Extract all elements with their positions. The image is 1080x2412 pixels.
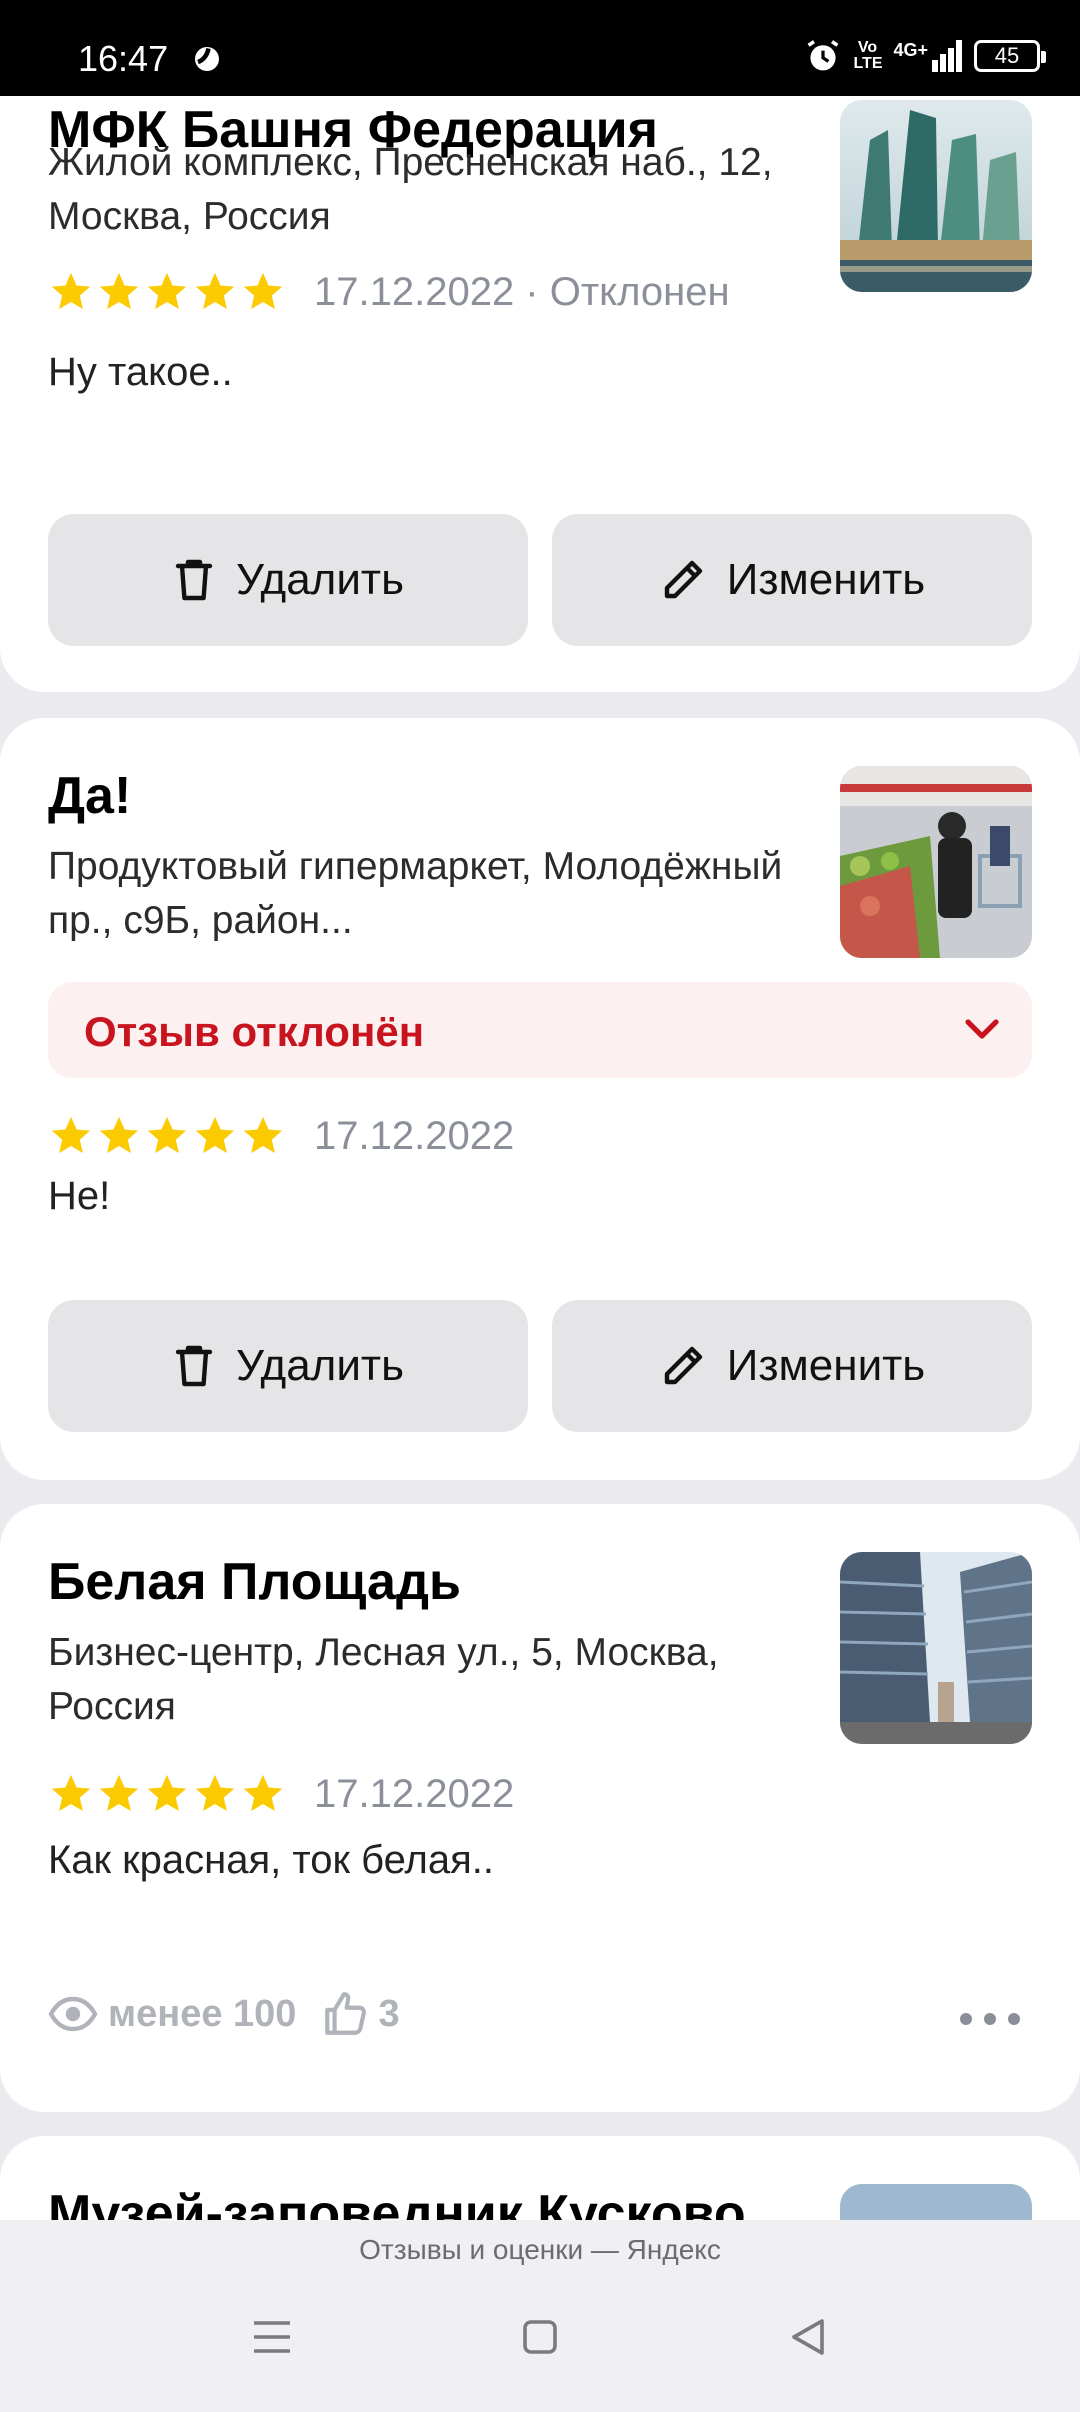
reviews-list[interactable]: МФК Башня Федерация Жилой комплекс, Прес… (0, 0, 1080, 2220)
back-triangle-icon (792, 2319, 824, 2355)
review-stats: менее 100 3 (48, 1984, 400, 2044)
review-card: Белая Площадь Бизнес-центр, Лесная ул., … (0, 1504, 1080, 2112)
star-icon (147, 272, 187, 310)
star-icon (243, 272, 283, 310)
edit-button[interactable]: Изменить (552, 1300, 1032, 1432)
home-square-icon (523, 2320, 557, 2354)
more-options-button[interactable] (960, 2004, 1020, 2034)
edit-label: Изменить (726, 555, 926, 604)
views-count: менее 100 (108, 1992, 297, 2035)
star-rating (48, 269, 286, 315)
status-bar: 16:47 Vo LTE 4G+ 45 (0, 0, 1080, 96)
review-text: Как красная, ток белая.. (48, 1838, 494, 1882)
star-rating (48, 1113, 286, 1159)
pencil-icon (664, 1346, 702, 1385)
place-title[interactable]: Белая Площадь (48, 1552, 461, 1612)
rating-row: 17.12.2022 (48, 1108, 514, 1164)
star-icon (195, 272, 235, 310)
network-label: 4G+ (893, 40, 928, 60)
rating-row: 17.12.2022 · Отклонен (48, 264, 730, 320)
battery-icon: 45 (974, 40, 1046, 72)
pencil-icon (664, 560, 702, 599)
status-time: 16:47 (78, 38, 169, 79)
chevron-down-icon (965, 1019, 999, 1039)
alarm-icon (808, 40, 839, 71)
rating-row: 17.12.2022 (48, 1766, 514, 1822)
bottom-panel: Отзывы и оценки — Яндекс (0, 2220, 1080, 2412)
star-icon (51, 272, 91, 310)
dot (984, 2013, 996, 2025)
review-text: Ну такое.. (48, 350, 233, 394)
signal-group: 4G+ (893, 40, 962, 72)
rejected-label: Отзыв отклонён (84, 1008, 425, 1055)
review-card: Музей-заповедник Кусково (0, 2136, 1080, 2220)
place-title[interactable]: Музей-заповедник Кусково (48, 2184, 746, 2220)
thumbs-up-icon[interactable] (320, 1989, 370, 2039)
star-icon (243, 1774, 283, 1812)
star-icon (99, 1116, 139, 1154)
dnd-icon (195, 47, 219, 71)
star-icon (195, 1774, 235, 1812)
place-photo[interactable] (840, 766, 1032, 958)
star-icon (99, 272, 139, 310)
star-icon (147, 1116, 187, 1154)
home-nav-button[interactable] (480, 2292, 600, 2382)
review-date-status: 17.12.2022 · Отклонен (314, 269, 730, 314)
volte-label: Vo LTE (853, 39, 883, 72)
dot (960, 2013, 972, 2025)
rejected-banner[interactable]: Отзыв отклонён (48, 982, 1032, 1078)
dot (1008, 2013, 1020, 2025)
menu-icon (254, 2321, 290, 2353)
place-photo[interactable] (840, 100, 1032, 292)
review-date: 17.12.2022 (314, 1113, 515, 1158)
trash-icon (175, 559, 213, 601)
battery-level: 45 (994, 43, 1020, 68)
footer-label: Отзывы и оценки — Яндекс (359, 2234, 721, 2265)
place-photo[interactable] (840, 1552, 1032, 1744)
review-text: Не! (48, 1174, 111, 1218)
likes-count: 3 (378, 1992, 400, 2035)
star-icon (195, 1116, 235, 1154)
edit-button[interactable]: Изменить (552, 514, 1032, 646)
eye-icon (48, 1996, 98, 2032)
signal-icon (932, 40, 962, 72)
review-card: МФК Башня Федерация Жилой комплекс, Прес… (0, 0, 1080, 692)
place-photo[interactable] (840, 2184, 1032, 2220)
edit-label: Изменить (726, 1341, 926, 1390)
star-icon (51, 1116, 91, 1154)
star-rating (48, 1771, 286, 1817)
delete-label: Удалить (236, 555, 404, 604)
review-card: Да! Продуктовый гипермаркет, Молодёжный … (0, 718, 1080, 1480)
delete-button[interactable]: Удалить (48, 514, 528, 646)
back-nav-button[interactable] (748, 2292, 868, 2382)
place-address: Жилой комплекс, Пресненская наб., 12, Мо… (48, 141, 773, 238)
star-icon (51, 1774, 91, 1812)
review-date: 17.12.2022 (314, 1771, 515, 1816)
menu-nav-button[interactable] (212, 2292, 332, 2382)
place-address: Бизнес-центр, Лесная ул., 5, Москва, Рос… (48, 1631, 719, 1728)
trash-icon (175, 1345, 213, 1387)
delete-label: Удалить (236, 1341, 404, 1390)
place-title[interactable]: Да! (48, 766, 131, 826)
star-icon (147, 1774, 187, 1812)
place-address: Продуктовый гипермаркет, Молодёжный пр.,… (48, 845, 783, 942)
star-icon (99, 1774, 139, 1812)
delete-button[interactable]: Удалить (48, 1300, 528, 1432)
star-icon (243, 1116, 283, 1154)
status-icons: Vo LTE 4G+ 45 (805, 36, 1046, 76)
